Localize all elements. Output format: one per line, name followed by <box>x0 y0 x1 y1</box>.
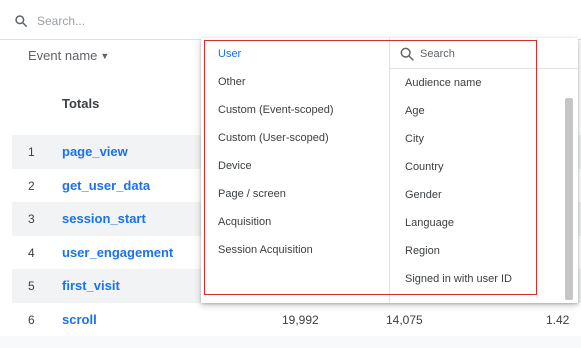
dimension-item-signed-in-with-user-id[interactable]: Signed in with user ID <box>405 273 512 285</box>
event-link[interactable]: first_visit <box>62 278 120 293</box>
category-item-session-acquisition[interactable]: Session Acquisition <box>218 244 313 256</box>
totals-label: Totals <box>62 96 100 111</box>
dimension-picker-dropdown: User Other Custom (Event-scoped) Custom … <box>201 38 578 303</box>
dimension-item-age[interactable]: Age <box>405 105 425 117</box>
row-index: 5 <box>28 279 35 293</box>
row-index: 1 <box>28 145 35 159</box>
dimension-category-list: User Other Custom (Event-scoped) Custom … <box>201 38 389 303</box>
row-index: 3 <box>28 212 35 226</box>
cell-value: 14,075 <box>386 313 423 327</box>
table-row: 6 scroll 19,992 14,075 1.42 <box>12 303 581 337</box>
cell-value: 19,992 <box>282 313 319 327</box>
cell-value: 1.42 <box>546 313 570 327</box>
category-item-device[interactable]: Device <box>218 160 252 172</box>
search-icon <box>14 14 28 33</box>
event-link[interactable]: scroll <box>62 312 97 327</box>
event-link[interactable]: get_user_data <box>62 178 150 193</box>
row-index: 6 <box>28 313 35 327</box>
category-item-user[interactable]: User <box>218 48 241 60</box>
dimension-item-country[interactable]: Country <box>405 161 444 173</box>
row-index: 4 <box>28 246 35 260</box>
category-item-custom-user-scoped[interactable]: Custom (User-scoped) <box>218 132 329 144</box>
event-link[interactable]: page_view <box>62 144 128 159</box>
event-name-header[interactable]: Event name ▼ <box>28 48 109 63</box>
search-icon <box>399 46 415 67</box>
dimension-item-language[interactable]: Language <box>405 217 454 229</box>
category-item-page-screen[interactable]: Page / screen <box>218 188 286 200</box>
row-index: 2 <box>28 179 35 193</box>
dimension-item-city[interactable]: City <box>405 133 424 145</box>
dimension-item-region[interactable]: Region <box>405 245 440 257</box>
event-link[interactable]: user_engagement <box>62 245 173 260</box>
category-item-other[interactable]: Other <box>218 76 246 88</box>
category-item-acquisition[interactable]: Acquisition <box>218 216 271 228</box>
table-footer <box>0 336 581 348</box>
dimension-item-audience-name[interactable]: Audience name <box>405 77 481 89</box>
table-search-bar[interactable]: Search... <box>0 0 581 40</box>
category-item-custom-event-scoped[interactable]: Custom (Event-scoped) <box>218 104 334 116</box>
search-placeholder[interactable]: Search... <box>37 14 85 28</box>
dimension-item-gender[interactable]: Gender <box>405 189 442 201</box>
search-divider <box>390 68 578 69</box>
event-name-header-label: Event name <box>28 48 98 63</box>
dimension-list: Search Audience name Age City Country Ge… <box>390 38 578 303</box>
caret-down-icon: ▼ <box>100 51 110 61</box>
dimension-search-input[interactable]: Search <box>420 48 455 60</box>
scrollbar-thumb[interactable] <box>565 98 573 300</box>
event-link[interactable]: session_start <box>62 211 146 226</box>
